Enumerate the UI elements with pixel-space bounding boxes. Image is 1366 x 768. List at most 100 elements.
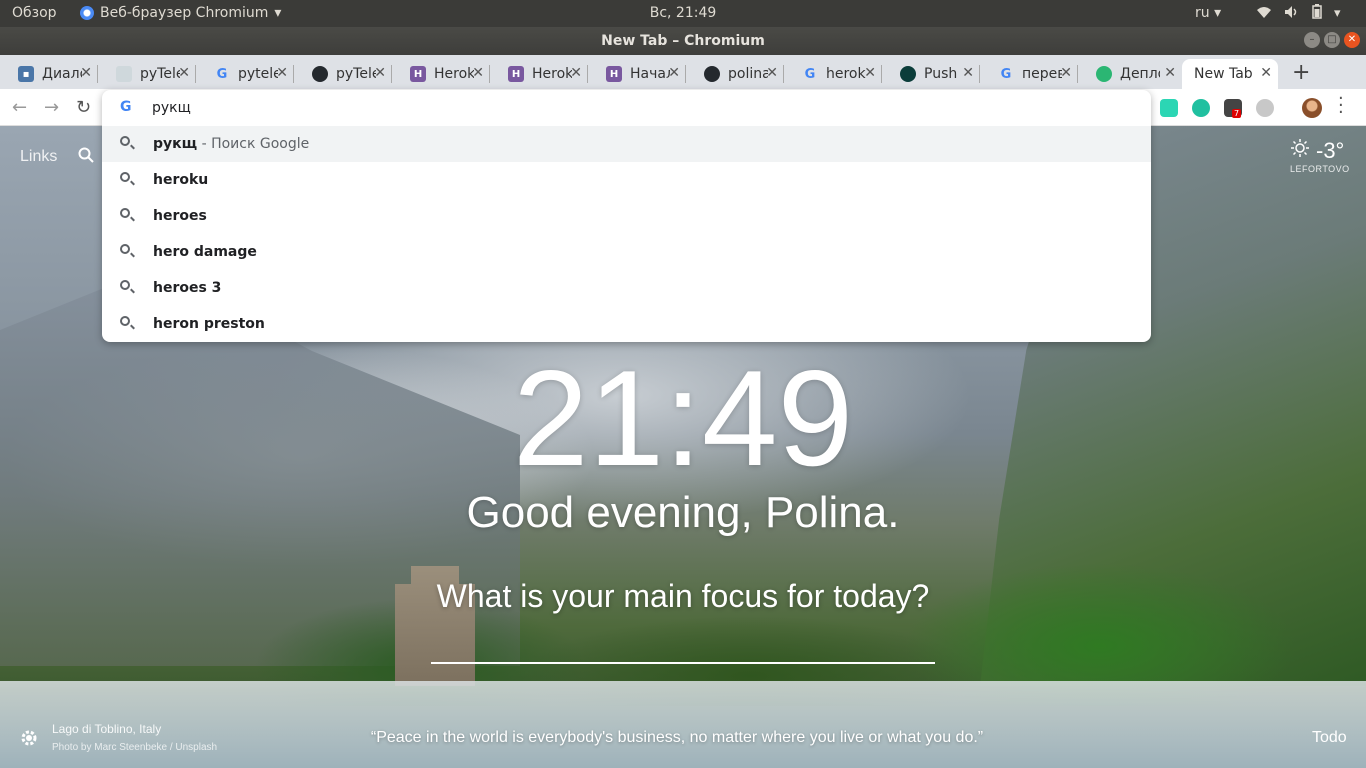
- activities-button[interactable]: Обзор: [12, 5, 57, 21]
- suggestion-item[interactable]: heroes: [102, 198, 1151, 234]
- tab[interactable]: G перевод ✕: [980, 59, 1078, 89]
- close-tab-icon[interactable]: ✕: [864, 65, 876, 81]
- system-menu-chevron-icon: ▾: [1334, 6, 1341, 21]
- tab[interactable]: Push ✕: [882, 59, 980, 89]
- focus-question: What is your main focus for today?: [436, 578, 930, 614]
- google-icon: G: [216, 66, 228, 82]
- deploy-icon: [1096, 66, 1112, 82]
- tab-title: polina: [728, 66, 768, 82]
- tab[interactable]: polina ✕: [686, 59, 784, 89]
- globe-icon[interactable]: [1256, 99, 1274, 117]
- window-titlebar[interactable]: New Tab – Chromium – □ ✕: [0, 27, 1366, 55]
- close-tab-icon[interactable]: ✕: [374, 65, 386, 81]
- close-tab-icon[interactable]: ✕: [766, 65, 778, 81]
- close-tab-icon[interactable]: ✕: [962, 65, 974, 81]
- close-tab-icon[interactable]: ✕: [668, 65, 680, 81]
- profile-avatar[interactable]: [1302, 98, 1322, 118]
- forward-arrow-icon[interactable]: →: [44, 97, 59, 118]
- lake-mist: [0, 681, 1366, 768]
- search-icon: [120, 136, 130, 146]
- tab[interactable]: pyTelegramBotAPI ✕: [294, 59, 392, 89]
- close-window-button[interactable]: ✕: [1344, 32, 1360, 48]
- suggestion-item[interactable]: heroes 3: [102, 270, 1151, 306]
- suggestion-text: heron preston: [153, 316, 265, 332]
- tab-title: New Tab: [1194, 66, 1253, 82]
- search-icon: [120, 244, 130, 254]
- suggestion-item[interactable]: рукщ - Поиск Google: [102, 126, 1151, 162]
- suggestion-item[interactable]: heroku: [102, 162, 1151, 198]
- maximize-button[interactable]: □: [1324, 32, 1340, 48]
- google-icon: G: [120, 99, 132, 115]
- search-icon: [120, 172, 130, 182]
- heroku-icon: H: [410, 66, 426, 82]
- more-menu-icon[interactable]: · · ·: [1338, 90, 1344, 122]
- tab-strip: ▪ Диалоги ✕ pyTelegramBotAPI ✕ G pyteleg…: [0, 55, 1366, 89]
- suggestion-item[interactable]: hero damage: [102, 234, 1151, 270]
- github-icon: [312, 66, 328, 82]
- omnibox-dropdown: G рукщ - Поиск Google heroku heroes hero…: [102, 90, 1151, 342]
- wifi-icon: [1256, 5, 1272, 23]
- suggestion-text: heroku: [153, 172, 209, 188]
- main-clock: 21:49: [512, 342, 854, 494]
- tab[interactable]: Деплой ✕: [1078, 59, 1182, 89]
- greeting: Good evening, Polina.: [466, 488, 900, 537]
- suggestion-item[interactable]: heron preston: [102, 306, 1151, 342]
- links-button[interactable]: Links: [20, 148, 57, 166]
- tab-title: pytelegrambotapi: [238, 66, 278, 82]
- close-tab-icon[interactable]: ✕: [1164, 65, 1176, 81]
- app-menu[interactable]: Веб-браузер Chromium ▾: [80, 5, 281, 21]
- tab-active[interactable]: New Tab ✕: [1182, 59, 1278, 89]
- close-tab-icon[interactable]: ✕: [472, 65, 484, 81]
- close-tab-icon[interactable]: ✕: [80, 65, 92, 81]
- tab-title: pyTelegramBotAPI: [336, 66, 376, 82]
- keyboard-layout-label: ru: [1195, 5, 1210, 21]
- tab[interactable]: H Heroku ✕: [490, 59, 588, 89]
- tab[interactable]: G pytelegrambotapi ✕: [196, 59, 294, 89]
- address-bar-input[interactable]: [152, 98, 1132, 118]
- close-tab-icon[interactable]: ✕: [276, 65, 288, 81]
- daily-quote[interactable]: “Peace in the world is everybody's busin…: [0, 729, 1354, 747]
- heroku-icon: H: [508, 66, 524, 82]
- keyboard-layout[interactable]: ru ▾: [1195, 5, 1221, 21]
- extension-badge-icon[interactable]: 7: [1224, 99, 1242, 118]
- todo-button[interactable]: Todo: [1312, 729, 1347, 747]
- tab-title: Push: [924, 66, 958, 82]
- back-arrow-icon[interactable]: ←: [12, 97, 27, 118]
- close-tab-icon[interactable]: ✕: [570, 65, 582, 81]
- tab[interactable]: ▪ Диалоги ✕: [0, 59, 98, 89]
- window-title: New Tab – Chromium: [601, 33, 765, 49]
- close-tab-icon[interactable]: ✕: [1060, 65, 1072, 81]
- tab-title: Деплой: [1120, 66, 1160, 82]
- extension-waveform-icon[interactable]: [1160, 99, 1178, 117]
- weather-widget[interactable]: -3° LEFORTOVO: [1290, 138, 1350, 174]
- search-icon: [120, 208, 130, 218]
- app-menu-label: Веб-браузер Chromium: [100, 5, 269, 21]
- chromium-icon: [80, 6, 94, 20]
- search-icon[interactable]: [78, 147, 94, 167]
- minimize-button[interactable]: –: [1304, 32, 1320, 48]
- extension-m-icon[interactable]: [1192, 99, 1210, 117]
- weather-location: LEFORTOVO: [1290, 164, 1350, 174]
- close-tab-icon[interactable]: ✕: [1260, 65, 1272, 81]
- tab-title: Диалоги: [42, 66, 82, 82]
- chat-icon: ▪: [18, 66, 34, 82]
- tab-title: Heroku: [434, 66, 474, 82]
- tab[interactable]: G heroku ✕: [784, 59, 882, 89]
- sun-icon: [1290, 138, 1310, 164]
- package-icon: [116, 66, 132, 82]
- reload-icon[interactable]: ↻: [76, 97, 91, 118]
- heroku-icon: H: [606, 66, 622, 82]
- focus-input[interactable]: [431, 630, 935, 664]
- tab[interactable]: pyTelegramBotAPI ✕: [98, 59, 196, 89]
- close-tab-icon[interactable]: ✕: [178, 65, 190, 81]
- tab-title: Heroku: [532, 66, 572, 82]
- tab[interactable]: H Heroku ✕: [392, 59, 490, 89]
- tab[interactable]: H Начало ✕: [588, 59, 686, 89]
- system-top-bar: Обзор Веб-браузер Chromium ▾ Вс, 21:49 r…: [0, 0, 1366, 27]
- new-tab-button[interactable]: +: [1292, 60, 1310, 85]
- google-icon: G: [804, 66, 816, 82]
- chevron-down-icon: ▾: [274, 5, 282, 21]
- suggestion-text: heroes 3: [153, 280, 222, 296]
- tab-title: pyTelegramBotAPI: [140, 66, 180, 82]
- system-tray[interactable]: ▾: [1256, 4, 1341, 23]
